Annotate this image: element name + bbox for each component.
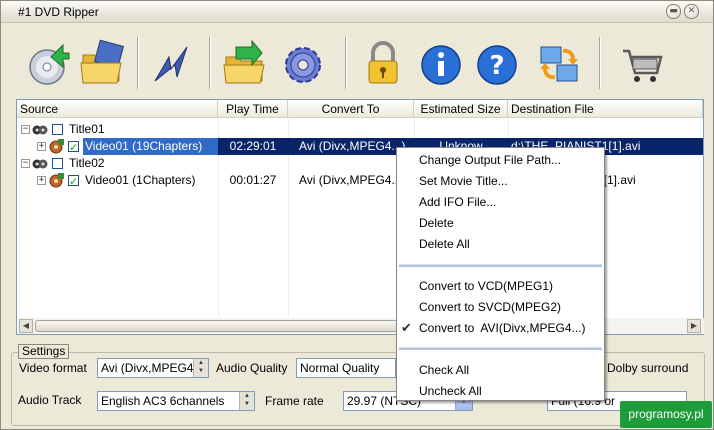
video-clip-icon bbox=[48, 139, 64, 154]
open-dvd-button[interactable] bbox=[23, 35, 75, 91]
scroll-left-icon[interactable]: ◀ bbox=[19, 319, 33, 333]
expand-icon[interactable]: + bbox=[37, 142, 46, 151]
menu-item-uncheck-all[interactable]: Uncheck All bbox=[397, 381, 604, 402]
toolbar-separator bbox=[137, 37, 139, 89]
output-folder-button[interactable] bbox=[220, 35, 272, 91]
table-row[interactable]: − Title01 bbox=[17, 121, 703, 138]
film-reel-icon bbox=[32, 123, 48, 137]
play-time-cell: 02:29:01 bbox=[218, 138, 288, 155]
menu-separator bbox=[399, 264, 602, 267]
menu-item-convert-avi[interactable]: ✔ Convert to AVI(Divx,MPEG4...) bbox=[397, 318, 604, 339]
column-header-estimated-size[interactable]: Estimated Size bbox=[414, 100, 508, 118]
film-reel-icon bbox=[32, 157, 48, 171]
video-format-label: Video format bbox=[19, 361, 87, 375]
video-format-value: Avi (Divx,MPEG4 bbox=[101, 361, 193, 375]
watermark-badge: programosy.pl bbox=[620, 401, 712, 428]
menu-separator bbox=[399, 347, 602, 350]
lightning-icon bbox=[154, 46, 188, 82]
video-clip-icon bbox=[48, 173, 64, 188]
collapse-icon[interactable]: − bbox=[21, 159, 30, 168]
column-header-source[interactable]: Source bbox=[17, 100, 218, 118]
minimize-icon[interactable]: ▬ bbox=[666, 4, 681, 19]
about-button[interactable] bbox=[415, 35, 467, 91]
convert-options-button[interactable] bbox=[533, 35, 585, 91]
source-cell: Title01 bbox=[69, 122, 105, 136]
film-folder-icon bbox=[80, 39, 125, 84]
spin-arrows-icon[interactable]: ▲ ▼ bbox=[239, 392, 254, 410]
menu-item-delete-all[interactable]: Delete All bbox=[397, 234, 604, 255]
source-cell: Video01 (19Chapters) bbox=[83, 138, 218, 155]
menu-item-set-movie-title[interactable]: Set Movie Title... bbox=[397, 171, 604, 192]
frame-rate-label: Frame rate bbox=[265, 394, 324, 408]
column-header-play-time[interactable]: Play Time bbox=[218, 100, 288, 118]
audio-quality-label: Audio Quality bbox=[216, 361, 288, 375]
title-bar: #1 DVD Ripper ▬ ✕ bbox=[1, 1, 713, 23]
close-icon[interactable]: ✕ bbox=[684, 4, 699, 19]
video-checkbox[interactable] bbox=[68, 139, 79, 156]
app-window: #1 DVD Ripper ▬ ✕ ? Source Play Time Con… bbox=[0, 0, 714, 430]
collapse-icon[interactable]: − bbox=[21, 125, 30, 134]
start-button[interactable] bbox=[147, 35, 199, 91]
list-header: Source Play Time Convert To Estimated Si… bbox=[17, 100, 703, 118]
menu-item-change-output-path[interactable]: Change Output File Path... bbox=[397, 150, 604, 171]
menu-item-convert-svcd[interactable]: Convert to SVCD(MPEG2) bbox=[397, 297, 604, 318]
gear-icon bbox=[285, 47, 321, 83]
checkmark-icon: ✔ bbox=[401, 321, 412, 336]
video-checkbox[interactable] bbox=[68, 173, 79, 190]
window-title: #1 DVD Ripper bbox=[18, 5, 99, 19]
menu-item-convert-avi-label: Convert to AVI(Divx,MPEG4...) bbox=[419, 321, 586, 335]
toolbar: ? bbox=[13, 31, 705, 95]
title-checkbox[interactable] bbox=[52, 124, 63, 135]
lock-icon bbox=[368, 41, 398, 84]
dvd-disc-icon bbox=[29, 43, 70, 85]
toolbar-separator bbox=[209, 37, 211, 89]
settings-button[interactable] bbox=[277, 35, 329, 91]
folder-arrow-icon bbox=[223, 39, 265, 84]
dolby-surround-label: Dolby surround bbox=[607, 361, 689, 375]
register-button[interactable] bbox=[357, 35, 409, 91]
audio-track-label: Audio Track bbox=[18, 393, 82, 407]
context-menu: Change Output File Path... Set Movie Tit… bbox=[396, 147, 605, 401]
source-cell: Video01 (1Chapters) bbox=[85, 173, 196, 187]
help-button[interactable]: ? bbox=[471, 35, 523, 91]
play-time-cell: 00:01:27 bbox=[229, 173, 277, 187]
menu-item-check-all[interactable]: Check All bbox=[397, 360, 604, 381]
info-icon bbox=[421, 45, 461, 85]
menu-item-delete[interactable]: Delete bbox=[397, 213, 604, 234]
scroll-thumb[interactable] bbox=[35, 320, 415, 332]
destination-cell: 2[1].avi bbox=[597, 173, 636, 187]
help-icon: ? bbox=[477, 45, 517, 85]
scroll-right-icon[interactable]: ▶ bbox=[687, 319, 701, 333]
spin-arrows-icon[interactable]: ▲ ▼ bbox=[193, 359, 208, 377]
source-cell: Title02 bbox=[69, 156, 105, 170]
audio-track-value: English AC3 6channels bbox=[101, 394, 225, 408]
column-header-convert-to[interactable]: Convert To bbox=[288, 100, 414, 118]
menu-item-convert-vcd[interactable]: Convert to VCD(MPEG1) bbox=[397, 276, 604, 297]
settings-legend: Settings bbox=[18, 344, 70, 359]
toolbar-separator bbox=[599, 37, 601, 89]
expand-icon[interactable]: + bbox=[37, 176, 46, 185]
svg-text:?: ? bbox=[489, 51, 504, 81]
title-checkbox[interactable] bbox=[52, 158, 63, 169]
shopping-cart-icon bbox=[623, 49, 663, 82]
video-format-select[interactable]: Avi (Divx,MPEG4 ▲ ▼ bbox=[97, 358, 209, 378]
open-folder-button[interactable] bbox=[77, 35, 129, 91]
convert-windows-icon bbox=[540, 46, 578, 82]
buy-button[interactable] bbox=[617, 35, 669, 91]
toolbar-separator bbox=[345, 37, 347, 89]
column-header-destination[interactable]: Destination File bbox=[508, 100, 703, 118]
audio-track-select[interactable]: English AC3 6channels ▲ ▼ bbox=[97, 391, 255, 411]
audio-quality-select[interactable]: Normal Quality bbox=[296, 358, 396, 378]
audio-quality-value: Normal Quality bbox=[300, 361, 380, 375]
menu-item-add-ifo-file[interactable]: Add IFO File... bbox=[397, 192, 604, 213]
